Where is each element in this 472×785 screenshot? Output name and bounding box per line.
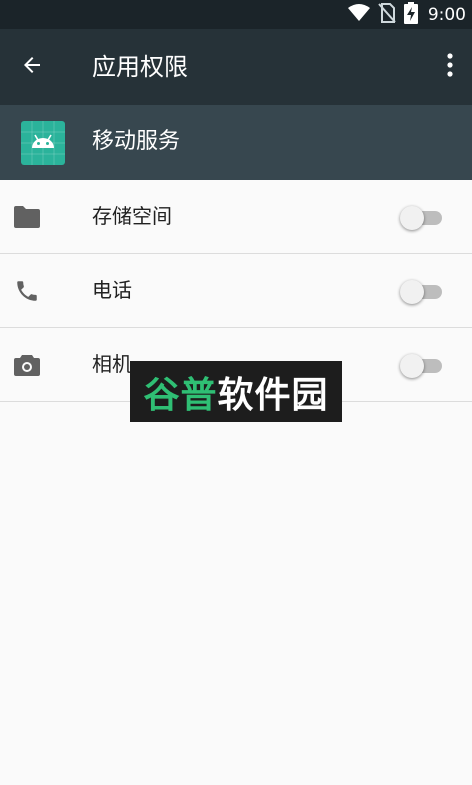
app-name: 移动服务 [92,129,181,154]
permission-row-storage[interactable]: 存储空间 [0,180,472,254]
status-icons: 9:00 [347,0,466,29]
watermark-part-2: 软件园 [217,374,329,416]
back-button[interactable] [14,49,50,85]
permission-label: 电话 [92,278,132,302]
switch-thumb [400,206,424,230]
page-title: 应用权限 [92,53,188,81]
battery-charging-icon [403,1,418,28]
switch-thumb [400,354,424,378]
toolbar: 应用权限 [0,29,472,105]
android-icon [21,121,65,165]
no-sim-icon [378,2,396,27]
camera-icon [12,350,42,380]
storage-toggle[interactable] [400,206,442,230]
status-time: 9:00 [427,4,466,25]
status-bar: 9:00 [0,0,472,29]
watermark-part-1: 谷普 [143,374,218,416]
app-header: 移动服务 [0,105,472,180]
folder-icon [12,202,42,232]
camera-toggle[interactable] [400,354,442,378]
more-options-button[interactable] [438,49,462,85]
permission-label: 相机 [92,352,132,376]
wifi-icon [347,3,370,26]
permission-label: 存储空间 [92,204,172,228]
permission-row-phone[interactable]: 电话 [0,254,472,328]
phone-icon [12,276,42,306]
arrow-back-icon [20,53,44,81]
phone-toggle[interactable] [400,280,442,304]
watermark-logo: 谷普 软件园 [130,361,342,422]
switch-thumb [400,280,424,304]
more-vert-icon [447,53,453,81]
